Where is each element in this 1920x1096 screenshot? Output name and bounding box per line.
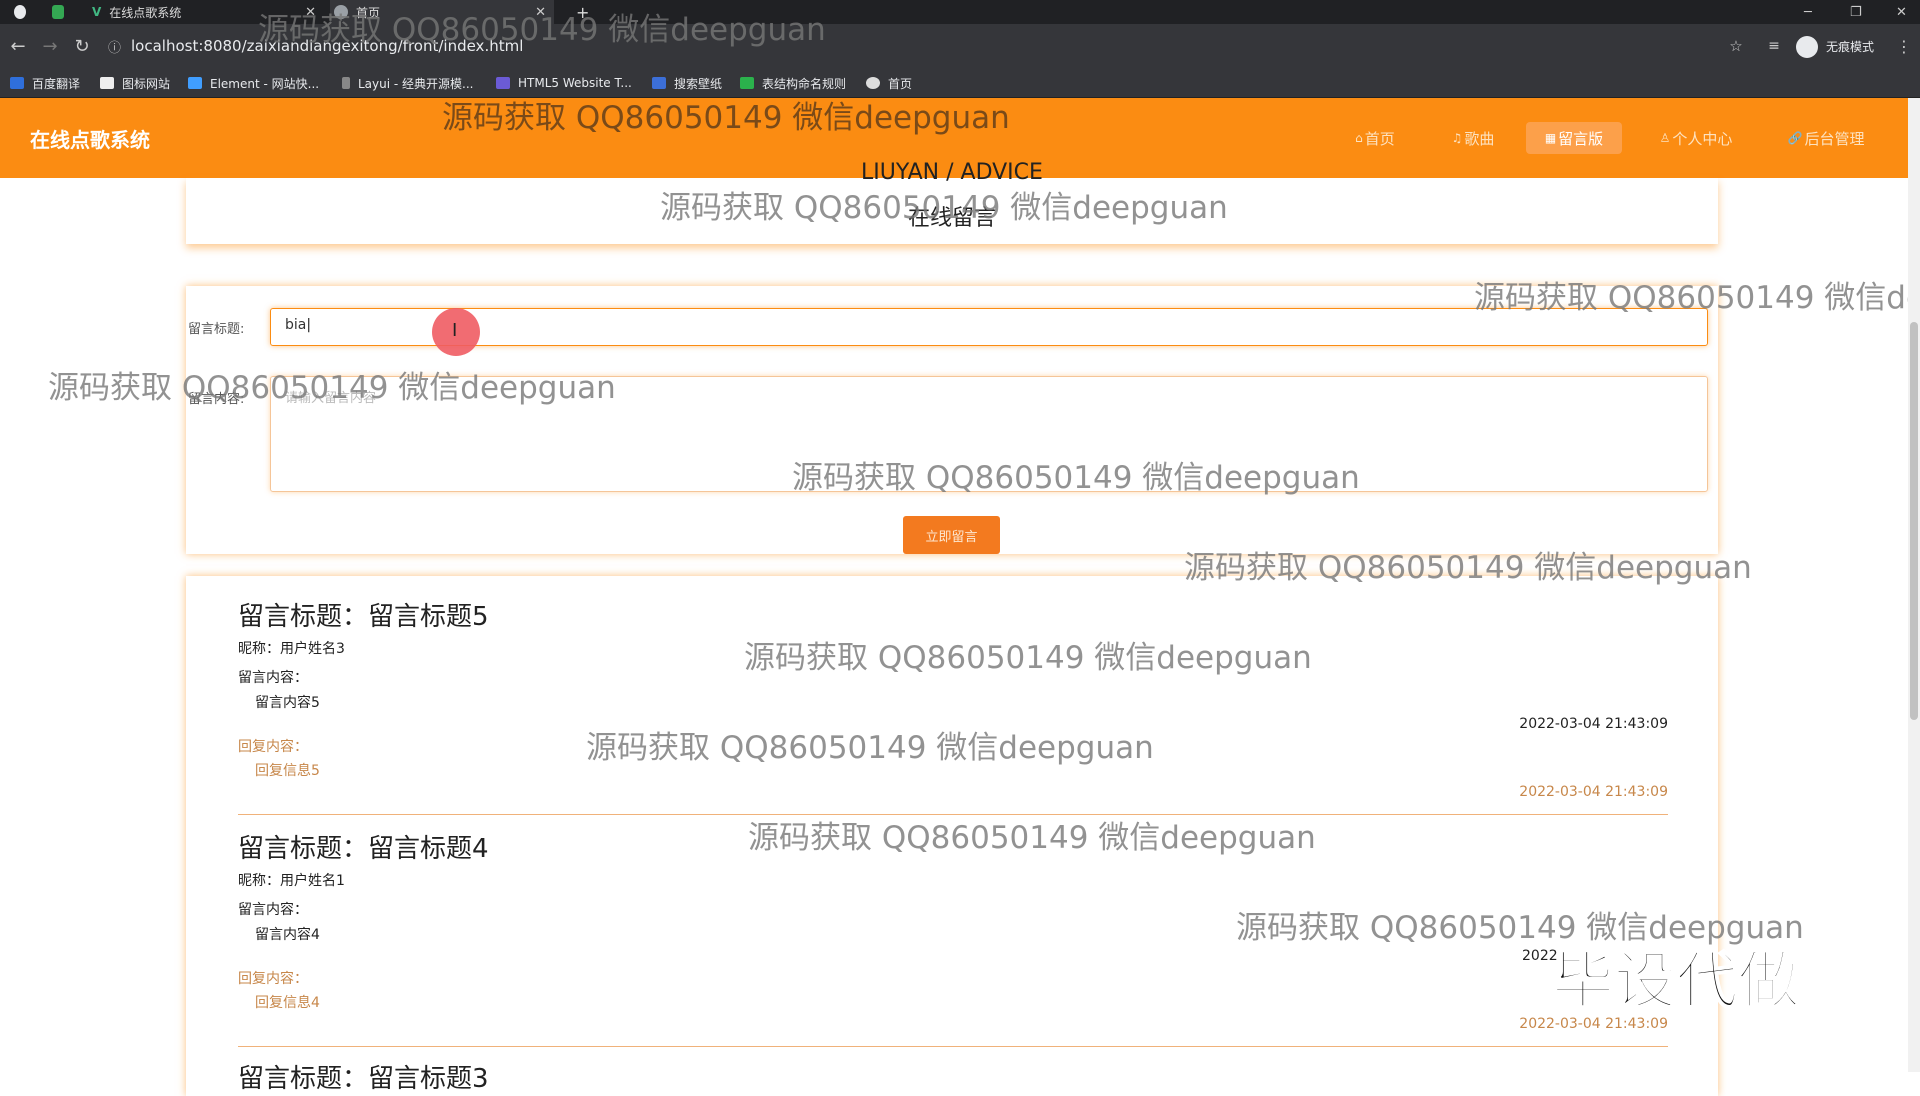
watermark: 源码获取 QQ86050149 微信deepguan: [660, 190, 1228, 226]
site-brand[interactable]: 在线点歌系统: [30, 124, 150, 153]
watermark: 源码获取 QQ86050149 微信deepguan: [792, 460, 1360, 496]
home-icon: ⌂: [1355, 131, 1363, 145]
globe-icon: [866, 77, 880, 89]
text-cursor-icon: I: [452, 320, 458, 341]
browser-menu-icon[interactable]: [14, 0, 34, 24]
close-window-icon[interactable]: ✕: [1896, 0, 1907, 24]
layui-icon: [342, 77, 350, 89]
reply-label: 回复内容：: [238, 971, 308, 987]
scrollbar-thumb[interactable]: [1910, 322, 1918, 720]
music-icon: ♫: [1451, 131, 1463, 145]
nav-message-board[interactable]: ▦ 留言版: [1526, 122, 1622, 154]
submit-message-button[interactable]: 立即留言: [903, 516, 1000, 554]
message-content-label: 留言内容：: [238, 902, 308, 918]
watermark: 源码获取 QQ86050149 微信deepguan: [442, 100, 1010, 136]
message-nickname: 昵称：用户姓名1: [238, 873, 345, 889]
vue-logo-icon: V: [92, 5, 102, 19]
title-field-label: 留言标题:: [188, 322, 245, 337]
reply-time: 2022-03-04 21:43:09: [1519, 784, 1668, 800]
watermark: 源码获取 QQ86050149 微信deepguan: [586, 730, 1154, 766]
translate-icon: [10, 77, 24, 89]
back-icon[interactable]: ←: [4, 24, 32, 68]
reply-content: 回复信息5: [255, 763, 320, 779]
message-content-label: 留言内容：: [238, 670, 308, 686]
minimize-icon[interactable]: ─: [1804, 0, 1812, 24]
flag-icon: [100, 77, 114, 89]
big-watermark: 毕设代做: [1551, 943, 1801, 1018]
message-title: 留言标题：留言标题4: [238, 834, 489, 864]
nav-songs[interactable]: ♫ 歌曲: [1436, 122, 1510, 154]
star-icon[interactable]: ☆: [1722, 24, 1750, 68]
reload-icon[interactable]: ↻: [68, 24, 96, 68]
forward-icon[interactable]: →: [36, 24, 64, 68]
menu-dots-icon[interactable]: ⋮: [1890, 24, 1918, 68]
nav-personal-center[interactable]: ♙ 个人中心: [1648, 122, 1744, 154]
message-time: 2022-03-04 21:43:09: [1519, 716, 1668, 732]
reading-list-icon[interactable]: ≡: [1760, 24, 1788, 68]
incognito-icon[interactable]: [1796, 36, 1818, 58]
message-content: 留言内容5: [255, 695, 320, 711]
nav-admin[interactable]: 🔗 后台管理: [1774, 122, 1878, 154]
pinned-tab[interactable]: [52, 0, 72, 24]
message-title-partial: 留言标题：留言标题3: [238, 1064, 489, 1094]
watermark: 源码获取 QQ86050149 微信deepguan: [258, 12, 826, 48]
board-icon: ▦: [1544, 131, 1557, 145]
watermark: 源码获取 QQ86050149 微信deepguan: [744, 640, 1312, 676]
bookmark-item[interactable]: 百度翻译: [10, 68, 80, 98]
sheet-icon: [740, 77, 754, 89]
divider: [238, 1046, 1668, 1047]
nav-home[interactable]: ⌂ 首页: [1338, 122, 1412, 154]
restore-icon[interactable]: ❐: [1850, 0, 1862, 24]
bookmark-item[interactable]: Element - 网站快...: [188, 68, 319, 98]
html5-icon: [496, 77, 510, 89]
wallpaper-icon: [652, 77, 666, 89]
message-nickname: 昵称：用户姓名3: [238, 641, 345, 657]
message-title: 留言标题：留言标题5: [238, 602, 489, 632]
link-icon: 🔗: [1787, 131, 1803, 145]
watermark: 源码获取 QQ86050149 微信deepguan: [48, 370, 616, 406]
watermark: 源码获取 QQ86050149 微信deepguan: [748, 820, 1316, 856]
info-icon: ⓘ: [108, 40, 122, 56]
message-content: 留言内容4: [255, 927, 320, 943]
watermark: 源码获取 QQ86050149 微信dee: [1474, 280, 1920, 316]
element-icon: [188, 77, 202, 89]
reply-label: 回复内容：: [238, 739, 308, 755]
watermark: 源码获取 QQ86050149 微信deepguan: [1184, 550, 1752, 586]
tab-app-label: 在线点歌系统: [109, 5, 182, 20]
reply-content: 回复信息4: [255, 995, 320, 1011]
user-icon: ♙: [1659, 131, 1671, 145]
bookmark-item[interactable]: 图标网站: [100, 68, 170, 98]
title-input-value: bia: [285, 317, 307, 333]
profile-label[interactable]: 无痕模式: [1826, 38, 1874, 55]
